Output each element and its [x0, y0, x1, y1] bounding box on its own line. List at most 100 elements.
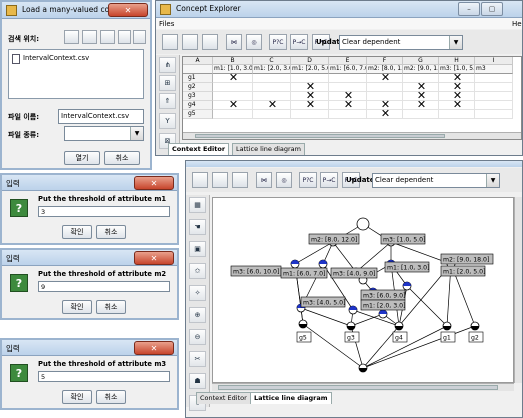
- concept-node[interactable]: [394, 321, 404, 331]
- close-button[interactable]: ✕: [108, 3, 148, 17]
- cancel-button[interactable]: 취소: [104, 151, 140, 165]
- horizontal-scrollbar[interactable]: [212, 383, 514, 391]
- table-cell[interactable]: [213, 83, 253, 92]
- table-cell[interactable]: [475, 92, 513, 101]
- column-header[interactable]: [183, 65, 213, 74]
- row-header[interactable]: g5: [183, 110, 213, 119]
- row-header[interactable]: g3: [183, 92, 213, 101]
- concept-node[interactable]: [298, 319, 308, 329]
- zoom-in-icon[interactable]: ⊕: [189, 307, 206, 323]
- open-button[interactable]: 열기: [64, 151, 100, 165]
- file-item[interactable]: IntervalContext.csv: [23, 54, 89, 62]
- object-label[interactable]: g3: [344, 331, 360, 343]
- ok-button[interactable]: 확인: [62, 225, 92, 239]
- table-cell[interactable]: [253, 83, 291, 92]
- row-header[interactable]: g4: [183, 101, 213, 110]
- menu-files[interactable]: Files: [159, 20, 174, 28]
- attribute-label[interactable]: m1: [2.0, 5.0]: [440, 265, 485, 277]
- attribute-label[interactable]: m1: [2.0, 3.0]: [360, 299, 405, 311]
- p-arrow-c-icon[interactable]: P→C: [290, 34, 308, 50]
- add-object-icon[interactable]: ⊞: [159, 75, 176, 91]
- new-icon[interactable]: [192, 172, 208, 188]
- concept-node[interactable]: [442, 321, 452, 331]
- table-cell[interactable]: [475, 110, 513, 119]
- lattice-diagram[interactable]: m2: [8.0, 12.0] m3: [1.0, 5.0] m1: [1.0, 3…: [213, 198, 513, 382]
- scroll-thumb[interactable]: [218, 385, 498, 390]
- table-cell[interactable]: [367, 83, 403, 92]
- ok-button[interactable]: 확인: [62, 390, 92, 404]
- threshold-input[interactable]: 5: [38, 371, 170, 382]
- column-header[interactable]: m1: [2.0, 3.0]: [253, 65, 291, 74]
- lattice-canvas[interactable]: m2: [8.0, 12.0] m3: [1.0, 5.0] m1: [1.0, 3…: [212, 197, 514, 383]
- save-icon[interactable]: [232, 172, 248, 188]
- table-cell[interactable]: [213, 110, 253, 119]
- column-header[interactable]: m3: [475, 65, 513, 74]
- row-header[interactable]: g1: [183, 74, 213, 83]
- details-view-icon[interactable]: [133, 30, 146, 44]
- horizontal-scrollbar[interactable]: [183, 132, 521, 139]
- column-header[interactable]: m2: [9.0, 1...: [403, 65, 439, 74]
- cancel-button[interactable]: 취소: [96, 300, 126, 314]
- zoom-lattice-icon[interactable]: ◎: [276, 172, 292, 188]
- context-table[interactable]: ABCDEFGHIm1: [1.0, 3.0]m1: [2.0, 3.0]m1:…: [182, 56, 522, 140]
- attribute-label[interactable]: m1: [6.0, 7.0]: [280, 267, 328, 279]
- concept-node[interactable]: [378, 309, 388, 319]
- threshold-input[interactable]: 9: [38, 281, 170, 292]
- attribute-label[interactable]: m3: [6.0, 10.0]: [230, 265, 282, 277]
- attribute-label[interactable]: m1: [1.0, 3.0]: [384, 261, 429, 273]
- attribute-label[interactable]: m3: [1.0, 5.0]: [380, 233, 425, 245]
- group-icon[interactable]: ☗: [189, 373, 206, 389]
- table-cell[interactable]: [475, 83, 513, 92]
- cut-icon[interactable]: ✂: [189, 351, 206, 367]
- concept-node[interactable]: [346, 321, 356, 331]
- object-label[interactable]: g1: [440, 331, 456, 343]
- p-question-icon[interactable]: P?C: [269, 34, 287, 50]
- file-type-select[interactable]: ▼: [64, 126, 144, 141]
- minimize-icon[interactable]: –: [458, 2, 480, 16]
- new-folder-icon[interactable]: [100, 30, 115, 44]
- attribute-label[interactable]: m2: [8.0, 12.0]: [308, 233, 360, 245]
- cancel-button[interactable]: 취소: [96, 390, 126, 404]
- update-select[interactable]: Clear dependent ▼: [339, 35, 463, 50]
- p-arrow-c-icon[interactable]: P→C: [320, 172, 338, 188]
- table-cell[interactable]: [439, 110, 475, 119]
- close-button[interactable]: ✕: [134, 341, 174, 355]
- table-cell[interactable]: [475, 74, 513, 83]
- file-name-field[interactable]: IntervalContext.csv: [58, 109, 144, 124]
- lattice-icon[interactable]: ⋈: [226, 34, 242, 50]
- up-folder-icon[interactable]: [64, 30, 79, 44]
- object-label[interactable]: g4: [392, 331, 408, 343]
- tab-context-editor[interactable]: Context Editor: [196, 392, 251, 404]
- open-icon[interactable]: [212, 172, 228, 188]
- row-header[interactable]: g2: [183, 83, 213, 92]
- close-button[interactable]: ✕: [134, 176, 174, 190]
- attribute-label[interactable]: m3: [6.0, 9.0]: [360, 289, 405, 301]
- grid-icon[interactable]: ▦: [189, 197, 206, 213]
- tab-lattice-diagram[interactable]: Lattice line diagram: [232, 143, 305, 155]
- update-select[interactable]: Clear dependent ▼: [372, 173, 500, 188]
- concept-node[interactable]: [470, 321, 480, 331]
- concept-node[interactable]: [348, 305, 358, 315]
- object-label[interactable]: g2: [468, 331, 484, 343]
- maximize-icon[interactable]: ▢: [481, 2, 503, 16]
- star-icon[interactable]: ✩: [189, 263, 206, 279]
- vertical-scrollbar[interactable]: [514, 197, 522, 383]
- table-cell[interactable]: [253, 110, 291, 119]
- object-label[interactable]: g5: [296, 331, 312, 343]
- scroll-thumb[interactable]: [195, 134, 445, 138]
- column-header[interactable]: m1: [6.0, 7.0]: [329, 65, 367, 74]
- attribute-label[interactable]: m3: [4.0, 5.0]: [300, 296, 345, 308]
- file-list[interactable]: IntervalContext.csv: [8, 49, 144, 99]
- concept-node[interactable]: [356, 217, 370, 231]
- table-cell[interactable]: [475, 101, 513, 110]
- bottom-concept-node[interactable]: [358, 363, 368, 373]
- concept-node[interactable]: [402, 281, 412, 291]
- hand-icon[interactable]: ☚: [189, 219, 206, 235]
- lattice-icon[interactable]: ⋈: [256, 172, 272, 188]
- new-icon[interactable]: [162, 34, 178, 50]
- table-cell[interactable]: [253, 74, 291, 83]
- table-cell[interactable]: [329, 74, 367, 83]
- sort-icon[interactable]: ⇑: [159, 93, 176, 109]
- tab-context-editor[interactable]: Context Editor: [168, 143, 230, 155]
- zoom-out-icon[interactable]: ⊖: [189, 329, 206, 345]
